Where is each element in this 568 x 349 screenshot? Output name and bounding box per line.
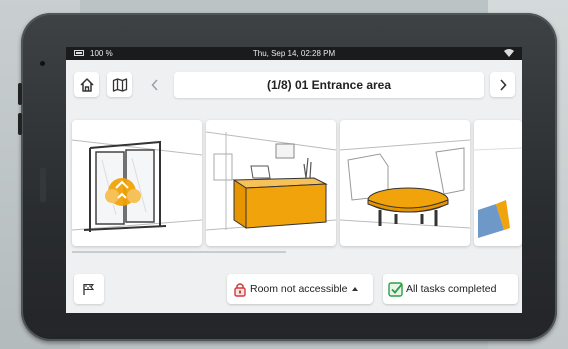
- status-datetime: Thu, Sep 14, 02:28 PM: [252, 49, 336, 58]
- map-button[interactable]: [107, 72, 132, 97]
- room-status-label: Room not accessible: [250, 283, 348, 295]
- lounge-table-card[interactable]: [340, 120, 470, 246]
- coffee-table-illustration: [340, 139, 470, 229]
- entrance-doors-card[interactable]: [72, 120, 202, 246]
- device-brand-label: [40, 168, 46, 202]
- room-status-dropdown[interactable]: Room not accessible: [227, 274, 373, 304]
- partial-illustration: [474, 147, 522, 238]
- flag-button[interactable]: [74, 274, 104, 304]
- volume-button-2: [18, 113, 22, 135]
- home-icon: [79, 77, 94, 92]
- navigation-bar: (1/8) 01 Entrance area: [66, 60, 522, 105]
- next-room-button[interactable]: [490, 72, 515, 97]
- tasks-status-label: All tasks completed: [406, 283, 497, 295]
- reception-desk-card[interactable]: [206, 120, 336, 246]
- sliding-doors-illustration: [72, 139, 202, 232]
- carousel-scrollbar[interactable]: [72, 251, 286, 253]
- task-cards-carousel[interactable]: [66, 106, 522, 246]
- previous-room-button[interactable]: [142, 72, 167, 97]
- home-button[interactable]: [74, 72, 99, 97]
- tablet-device: 100 % Thu, Sep 14, 02:28 PM (1/8) 01 Ent…: [18, 13, 557, 341]
- map-icon: [112, 77, 127, 92]
- flag-icon: [83, 283, 95, 295]
- bottom-bar: Room not accessible All tasks completed: [66, 263, 522, 313]
- checkbox-icon: [388, 282, 403, 297]
- room-title: (1/8) 01 Entrance area: [174, 72, 484, 98]
- reception-desk-illustration: [206, 131, 336, 231]
- status-bar: 100 % Thu, Sep 14, 02:28 PM: [66, 47, 522, 60]
- screen: 100 % Thu, Sep 14, 02:28 PM (1/8) 01 Ent…: [66, 47, 522, 313]
- wifi-icon: [504, 49, 514, 57]
- caret-up-icon: [352, 287, 359, 291]
- room-title-text: (1/8) 01 Entrance area: [266, 78, 392, 92]
- tasks-status-button[interactable]: All tasks completed: [383, 274, 518, 304]
- camera: [40, 61, 45, 66]
- volume-button: [18, 83, 22, 105]
- chevron-left-icon: [150, 78, 158, 91]
- partial-card[interactable]: [474, 120, 522, 246]
- lock-icon: [234, 282, 246, 297]
- chevron-right-icon: [499, 78, 507, 91]
